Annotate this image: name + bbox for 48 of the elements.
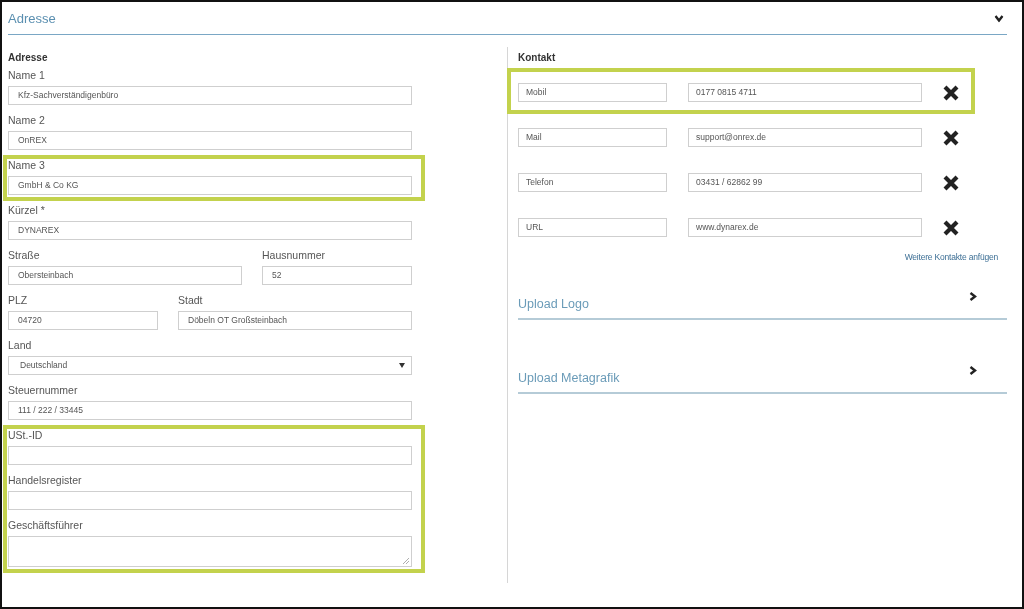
field-label: PLZ (8, 293, 29, 307)
close-icon[interactable] (943, 84, 959, 101)
input-field[interactable]: Obersteinbach (8, 266, 242, 285)
select-field[interactable]: Deutschland (8, 356, 412, 375)
chevron-icon[interactable] (994, 14, 1004, 22)
field-label: Land (8, 338, 33, 352)
contact-type-field[interactable]: Mail (518, 128, 667, 147)
add-contacts-link[interactable]: Weitere Kontakte anfügen (518, 252, 998, 262)
field-label: Straße (8, 248, 41, 262)
contact-value-field[interactable]: 03431 / 62862 99 (688, 173, 922, 192)
close-icon[interactable] (943, 129, 959, 146)
close-icon[interactable] (943, 174, 959, 191)
close-icon[interactable] (943, 219, 959, 236)
input-field[interactable] (8, 446, 412, 465)
field-label: Name 3 (8, 158, 46, 172)
field-label: Hausnummer (262, 248, 327, 262)
input-field[interactable]: 04720 (8, 311, 158, 330)
chevron-icon[interactable] (969, 366, 977, 375)
contact-value-field[interactable]: www.dynarex.de (688, 218, 922, 237)
column-heading: Adresse (8, 51, 49, 65)
contact-type-field[interactable]: Mobil (518, 83, 667, 102)
input-field[interactable]: GmbH & Co KG (8, 176, 412, 195)
field-label: Kürzel * (8, 203, 46, 217)
panel-title: Upload Logo (518, 297, 589, 311)
input-field[interactable]: 111 / 222 / 33445 (8, 401, 412, 420)
contact-value-field[interactable]: 0177 0815 4711 (688, 83, 922, 102)
resize-grip-icon (403, 558, 409, 564)
input-field[interactable]: Kfz-Sachverständigenbüro (8, 86, 412, 105)
field-label: Stadt (178, 293, 204, 307)
chevron-icon[interactable] (969, 292, 977, 301)
input-field[interactable]: Döbeln OT Großsteinbach (178, 311, 412, 330)
field-label: Steuernummer (8, 383, 79, 397)
input-field[interactable]: DYNAREX (8, 221, 412, 240)
column-heading: Kontakt (518, 51, 557, 65)
field-label: Name 2 (8, 113, 46, 127)
field-label: Geschäftsführer (8, 518, 84, 532)
input-field[interactable] (8, 491, 412, 510)
input-field[interactable]: OnREX (8, 131, 412, 150)
input-field[interactable]: 52 (262, 266, 412, 285)
caret-icon (399, 363, 405, 368)
panel-title: Upload Metagrafik (518, 371, 620, 385)
section-title: Adresse (8, 10, 56, 26)
contact-type-field[interactable]: Telefon (518, 173, 667, 192)
field-label: Name 1 (8, 68, 46, 82)
field-label: USt.-ID (8, 428, 44, 442)
field-label: Handelsregister (8, 473, 83, 487)
contact-type-field[interactable]: URL (518, 218, 667, 237)
contact-value-field[interactable]: support@onrex.de (688, 128, 922, 147)
